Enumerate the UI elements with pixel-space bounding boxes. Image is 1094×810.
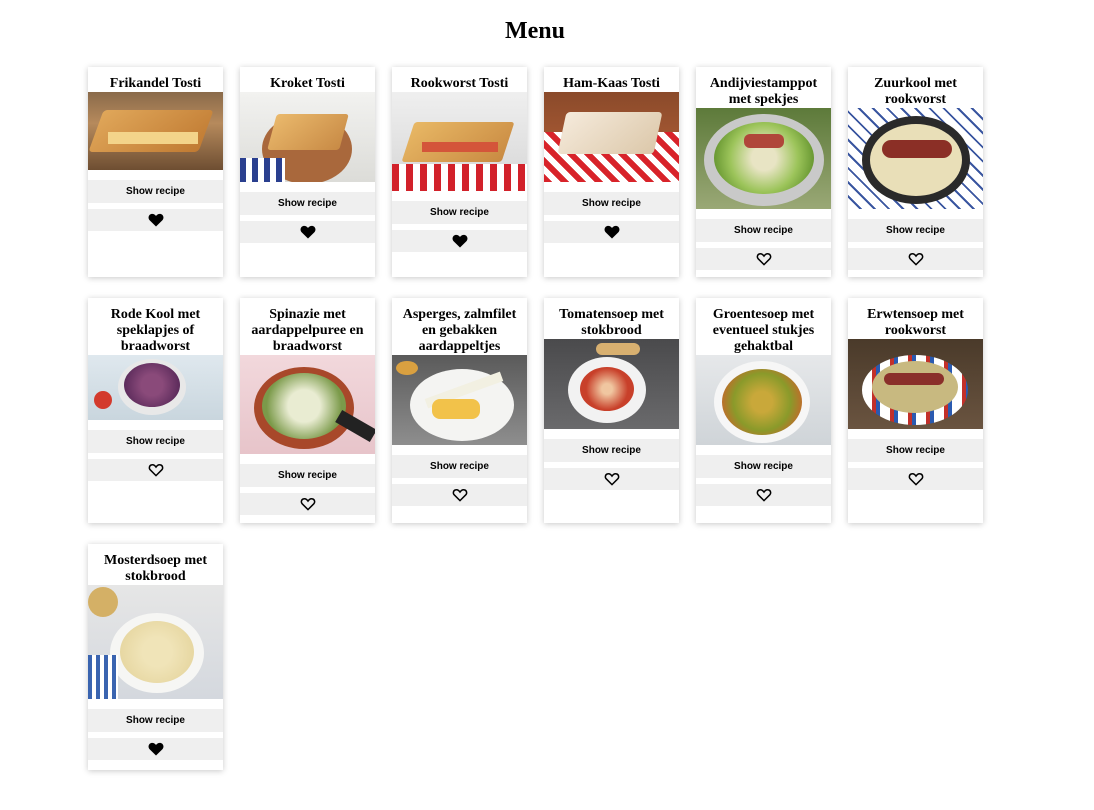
recipe-image <box>392 355 527 445</box>
recipe-image <box>544 339 679 429</box>
recipe-card: Asperges, zalmfilet en gebakken aardappe… <box>392 298 527 523</box>
recipe-title: Rookworst Tosti <box>410 76 509 91</box>
show-recipe-button[interactable]: Show recipe <box>392 455 527 478</box>
recipe-card: Ham-Kaas Tosti Show recipe <box>544 67 679 277</box>
show-recipe-button[interactable]: Show recipe <box>696 455 831 478</box>
recipe-card: Rode Kool met speklapjes of braadworst S… <box>88 298 223 523</box>
show-recipe-button[interactable]: Show recipe <box>848 439 983 462</box>
heart-outline-icon <box>756 253 771 266</box>
recipe-title: Mosterdsoep met stokbrood <box>103 553 208 584</box>
show-recipe-button[interactable]: Show recipe <box>240 464 375 487</box>
recipe-title: Asperges, zalmfilet en gebakken aardappe… <box>402 307 517 354</box>
recipe-image <box>240 355 375 454</box>
recipe-image <box>544 92 679 182</box>
recipe-image <box>88 92 223 170</box>
show-recipe-button[interactable]: Show recipe <box>696 219 831 242</box>
heart-icon <box>604 225 619 239</box>
favorite-button[interactable] <box>240 221 375 243</box>
favorite-button[interactable] <box>544 221 679 243</box>
heart-outline-icon <box>756 489 771 502</box>
show-recipe-button[interactable]: Show recipe <box>544 192 679 215</box>
heart-outline-icon <box>300 498 315 511</box>
show-recipe-button[interactable]: Show recipe <box>848 219 983 242</box>
recipe-image <box>88 585 223 699</box>
heart-icon <box>300 225 315 239</box>
recipe-title: Tomatensoep met stokbrood <box>559 307 664 338</box>
favorite-button[interactable] <box>88 738 223 760</box>
recipe-title: Ham-Kaas Tosti <box>563 76 660 91</box>
recipe-title: Spinazie met aardappelpuree en braadwors… <box>251 307 364 354</box>
heart-icon <box>148 742 163 756</box>
favorite-button[interactable] <box>696 484 831 506</box>
heart-icon <box>452 234 467 248</box>
recipe-card: Kroket Tosti Show recipe <box>240 67 375 277</box>
recipe-title: Kroket Tosti <box>270 76 345 91</box>
recipe-image <box>392 92 527 191</box>
recipe-image <box>848 339 983 429</box>
recipe-card: Groentesoep met eventueel stukjes gehakt… <box>696 298 831 523</box>
recipe-title: Rode Kool met speklapjes of braadworst <box>110 307 201 354</box>
favorite-button[interactable] <box>392 484 527 506</box>
recipe-card: Mosterdsoep met stokbrood Show recipe <box>88 544 223 770</box>
show-recipe-button[interactable]: Show recipe <box>544 439 679 462</box>
recipe-card: Zuurkool met rookworst Show recipe <box>848 67 983 277</box>
favorite-button[interactable] <box>696 248 831 270</box>
recipe-card: Frikandel Tosti Show recipe <box>88 67 223 277</box>
heart-outline-icon <box>908 473 923 486</box>
recipe-image <box>696 108 831 209</box>
heart-outline-icon <box>604 473 619 486</box>
show-recipe-button[interactable]: Show recipe <box>88 709 223 732</box>
recipe-image <box>88 355 223 420</box>
heart-icon <box>148 213 163 227</box>
show-recipe-button[interactable]: Show recipe <box>88 430 223 453</box>
page-title: Menu <box>505 18 565 44</box>
recipe-image <box>240 92 375 182</box>
recipe-card: Tomatensoep met stokbrood Show recipe <box>544 298 679 523</box>
heart-outline-icon <box>452 489 467 502</box>
show-recipe-button[interactable]: Show recipe <box>392 201 527 224</box>
recipe-image <box>848 108 983 209</box>
favorite-button[interactable] <box>392 230 527 252</box>
recipe-card: Andijviestamppot met spekjes Show recipe <box>696 67 831 277</box>
recipe-image <box>696 355 831 445</box>
recipe-card: Rookworst Tosti Show recipe <box>392 67 527 277</box>
recipe-card: Erwtensoep met rookworst Show recipe <box>848 298 983 523</box>
recipe-title: Frikandel Tosti <box>109 76 202 91</box>
favorite-button[interactable] <box>848 468 983 490</box>
recipe-card: Spinazie met aardappelpuree en braadwors… <box>240 298 375 523</box>
recipe-title: Erwtensoep met rookworst <box>867 307 964 338</box>
favorite-button[interactable] <box>544 468 679 490</box>
recipe-title: Groentesoep met eventueel stukjes gehakt… <box>712 307 815 354</box>
favorite-button[interactable] <box>240 493 375 515</box>
favorite-button[interactable] <box>88 459 223 481</box>
recipe-title: Zuurkool met rookworst <box>874 76 957 107</box>
recipe-title: Andijviestamppot met spekjes <box>709 76 818 107</box>
favorite-button[interactable] <box>848 248 983 270</box>
show-recipe-button[interactable]: Show recipe <box>88 180 223 203</box>
favorite-button[interactable] <box>88 209 223 231</box>
show-recipe-button[interactable]: Show recipe <box>240 192 375 215</box>
heart-outline-icon <box>908 253 923 266</box>
heart-outline-icon <box>148 464 163 477</box>
